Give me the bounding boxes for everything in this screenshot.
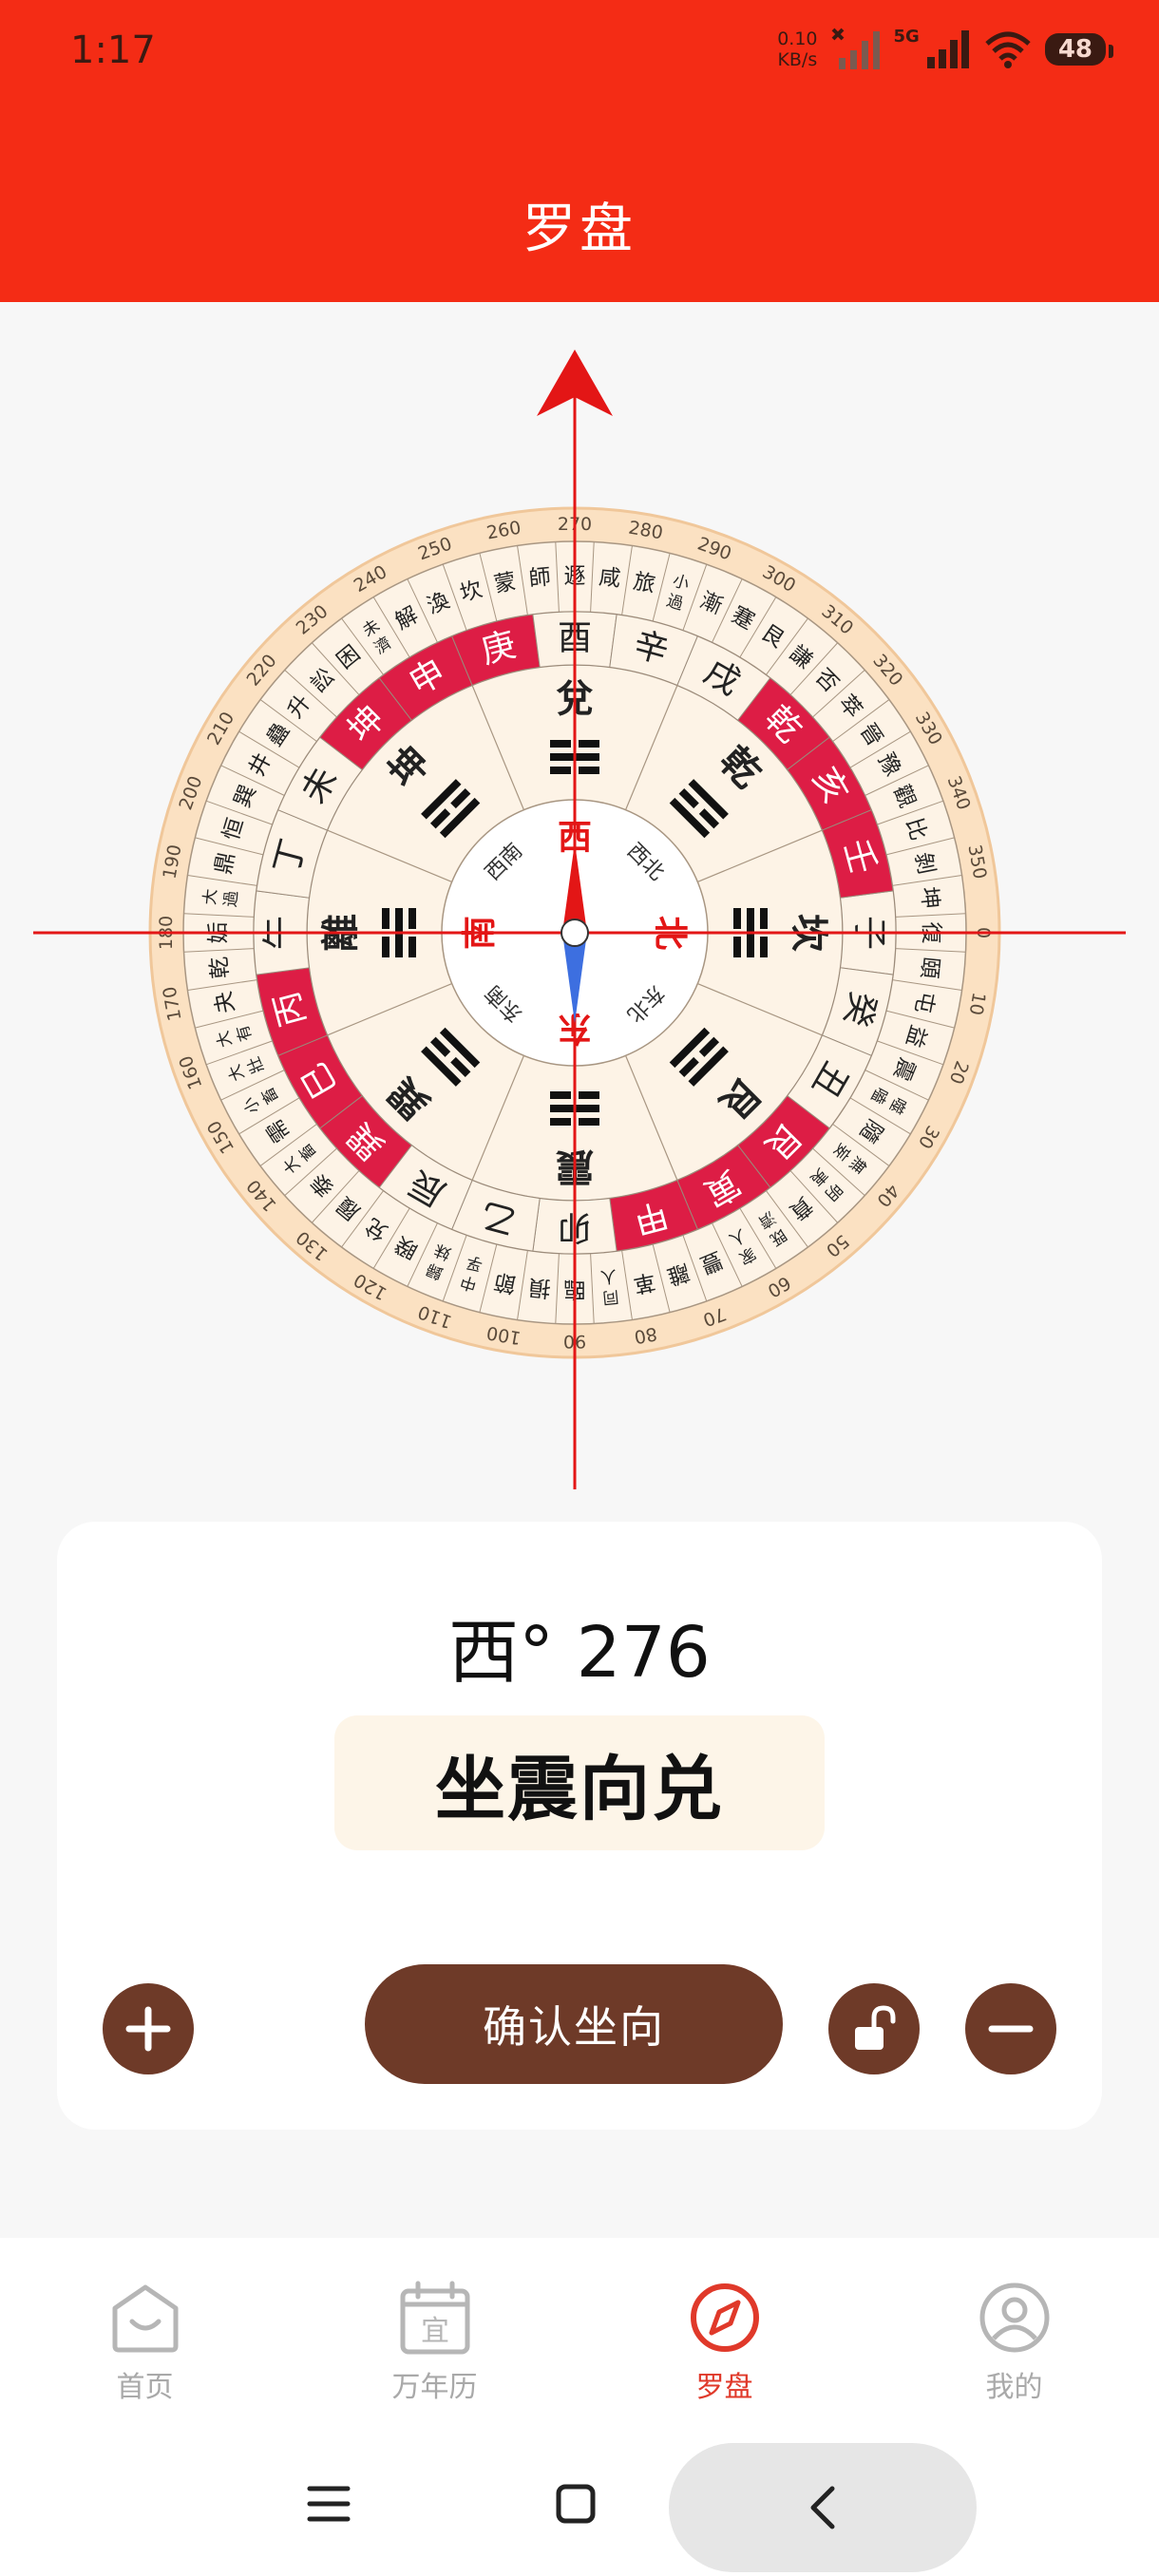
- lock-toggle-button[interactable]: [828, 1983, 920, 2074]
- nav-profile[interactable]: 我的: [869, 2238, 1159, 2428]
- speed-unit: KB/s: [777, 49, 818, 70]
- wifi-icon: [985, 31, 1031, 68]
- speed-value: 0.10: [777, 28, 818, 49]
- hexagram-label: 咸: [598, 565, 621, 592]
- confirm-direction-button[interactable]: 确认坐向: [365, 1964, 783, 2084]
- minus-icon: [988, 2025, 1034, 2033]
- compass-area[interactable]: 0102030405060708090100110120130140150160…: [0, 302, 1159, 1527]
- hexagram-label: 人: [599, 1265, 618, 1286]
- nav-compass[interactable]: 罗盘: [580, 2238, 869, 2428]
- page-title: 罗盘: [522, 199, 636, 260]
- trigram-yin-bar: [579, 1091, 599, 1099]
- nav-profile-label: 我的: [985, 2371, 1043, 2404]
- trigram-yin-bar: [550, 767, 571, 774]
- user-icon: [979, 2282, 1049, 2353]
- sitting-facing-box: 坐震向兑: [334, 1715, 825, 1850]
- compass-icon: [690, 2283, 759, 2352]
- status-icons: 0.10 KB/s 5G 48: [777, 21, 1114, 78]
- battery-indicator: 48: [1044, 33, 1114, 66]
- hexagram-label: 過: [221, 890, 242, 908]
- hexagram-label: 乾: [207, 956, 234, 979]
- luopan-compass[interactable]: 0102030405060708090100110120130140150160…: [0, 302, 1159, 1527]
- trigram-yin-bar: [382, 908, 390, 929]
- trigram-yin-bar: [733, 937, 741, 957]
- trigram-yin-bar: [408, 937, 416, 957]
- trigram-yin-bar: [382, 937, 390, 957]
- signal-off-icon: [831, 28, 880, 69]
- network-speed: 0.10 KB/s: [777, 28, 817, 70]
- status-time: 1:17: [70, 28, 156, 72]
- calendar-glyph: 宜: [421, 2315, 449, 2348]
- plus-icon: [125, 2006, 171, 2052]
- unlock-icon: [855, 2005, 896, 2050]
- nav-calendar-label: 万年历: [391, 2371, 478, 2404]
- zoom-out-button[interactable]: [965, 1983, 1056, 2074]
- needle-pivot: [560, 919, 589, 947]
- trigram-yin-bar: [579, 767, 599, 774]
- hexagram-label: 同: [601, 1286, 619, 1307]
- app-header: 1:17 0.10 KB/s 5G 48 罗盘: [0, 0, 1159, 302]
- network-type: 5G: [893, 27, 920, 47]
- hexagram-label: 損: [528, 1274, 552, 1300]
- signal-icon: [926, 30, 969, 68]
- nav-home[interactable]: 首页: [0, 2238, 290, 2428]
- direction-card: 西° 276 坐震向兑 确认坐向: [57, 1522, 1102, 2130]
- nav-calendar[interactable]: 宜 万年历: [290, 2238, 580, 2428]
- hexagram-label: 師: [528, 565, 552, 592]
- degree-label: 10: [965, 991, 990, 1017]
- degree-label: 80: [633, 1323, 659, 1348]
- zoom-in-button[interactable]: [103, 1983, 194, 2074]
- home-icon: [112, 2284, 178, 2353]
- trigram-yin-bar: [550, 740, 571, 748]
- home-square-icon[interactable]: [553, 2481, 598, 2527]
- trigram-yin-bar: [579, 740, 599, 748]
- hexagram-label: 大: [200, 888, 221, 906]
- back-button[interactable]: [669, 2443, 977, 2572]
- trigram-yin-bar: [550, 1091, 571, 1099]
- hexagram-label: 坤: [916, 886, 942, 910]
- menu-icon[interactable]: [306, 2481, 352, 2527]
- nav-home-label: 首页: [116, 2371, 174, 2404]
- back-arrow-icon: [810, 2486, 835, 2529]
- hexagram-label: 頤: [916, 956, 942, 979]
- system-nav-bar: [0, 2432, 1159, 2576]
- trigram-yin-bar: [550, 1118, 571, 1126]
- trigram-yin-bar: [760, 908, 768, 929]
- calendar-icon: 宜: [400, 2281, 469, 2355]
- heading-reading: 西° 276: [448, 1612, 711, 1694]
- trigram-yin-bar: [733, 908, 741, 929]
- trigram-yin-bar: [760, 937, 768, 957]
- nav-compass-label: 罗盘: [695, 2371, 753, 2404]
- trigram-yin-bar: [579, 1118, 599, 1126]
- trigram-yin-bar: [408, 908, 416, 929]
